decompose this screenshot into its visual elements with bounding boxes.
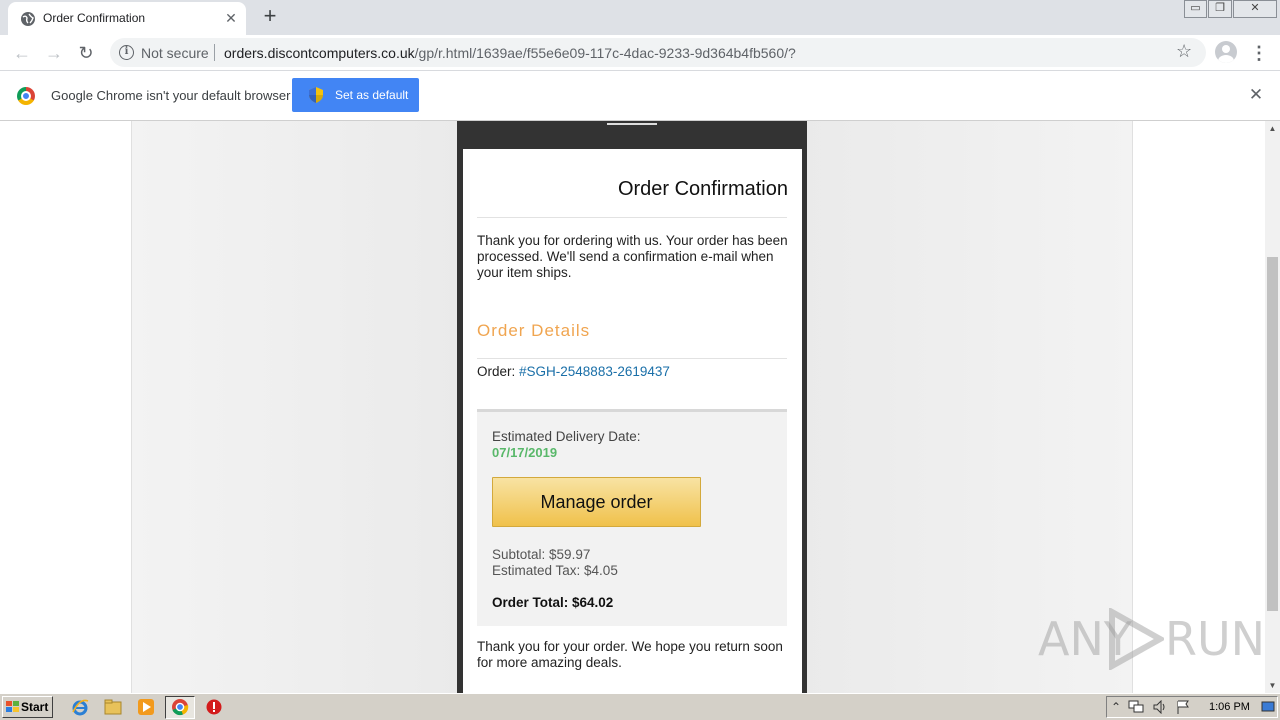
minimize-button[interactable]: ▭ bbox=[1184, 0, 1207, 18]
restore-button[interactable]: ❐ bbox=[1208, 0, 1232, 18]
browser-toolbar: ← → ↻ i Not secure orders.discontcompute… bbox=[0, 35, 1280, 71]
chrome-icon bbox=[172, 699, 189, 716]
set-as-default-label: Set as default bbox=[335, 88, 409, 102]
reload-button[interactable]: ↻ bbox=[73, 40, 99, 66]
delivery-date-label: Estimated Delivery Date: bbox=[492, 429, 641, 444]
chrome-logo-icon bbox=[17, 87, 35, 105]
show-hidden-icons[interactable]: ⌃ bbox=[1111, 700, 1121, 714]
volume-icon[interactable] bbox=[1152, 700, 1168, 714]
subtotal-text: Subtotal: $59.97 bbox=[492, 547, 591, 562]
close-window-button[interactable]: ✕ bbox=[1233, 0, 1277, 18]
chrome-taskbar-button[interactable] bbox=[165, 696, 195, 719]
windows-taskbar: Start ⌃ 1:06 PM bbox=[0, 693, 1280, 720]
tab-order-confirmation[interactable]: Order Confirmation ✕ bbox=[8, 2, 246, 35]
order-summary-box: Estimated Delivery Date: 07/17/2019 Mana… bbox=[477, 409, 787, 626]
url-host: orders.discontcomputers.co.uk bbox=[224, 45, 415, 61]
info-icon[interactable]: i bbox=[119, 45, 134, 60]
phone-speaker bbox=[607, 123, 657, 125]
globe-icon bbox=[21, 12, 35, 26]
network-icon[interactable] bbox=[1128, 700, 1144, 714]
new-tab-button[interactable]: + bbox=[258, 5, 282, 29]
infobar-message: Google Chrome isn't your default browser bbox=[51, 88, 291, 103]
folder-icon[interactable] bbox=[104, 698, 122, 716]
divider bbox=[477, 217, 787, 218]
clock[interactable]: 1:06 PM bbox=[1209, 701, 1250, 713]
default-browser-infobar: Google Chrome isn't your default browser… bbox=[0, 71, 1280, 121]
watermark-play-icon bbox=[1109, 608, 1164, 670]
security-label[interactable]: Not secure bbox=[141, 45, 209, 61]
forward-button[interactable]: → bbox=[41, 40, 67, 66]
vertical-scrollbar[interactable]: ▲ ▼ bbox=[1265, 121, 1280, 693]
system-tray: ⌃ 1:06 PM bbox=[1106, 696, 1278, 718]
start-label: Start bbox=[21, 700, 49, 714]
set-as-default-button[interactable]: Set as default bbox=[292, 78, 419, 112]
windows-logo-icon bbox=[6, 701, 19, 712]
url-text[interactable]: orders.discontcomputers.co.uk/gp/r.html/… bbox=[224, 45, 796, 61]
show-desktop-icon[interactable] bbox=[1261, 700, 1275, 714]
back-button[interactable]: ← bbox=[9, 40, 35, 66]
tab-title: Order Confirmation bbox=[43, 11, 146, 25]
order-label: Order: bbox=[477, 364, 520, 379]
media-player-icon[interactable] bbox=[137, 698, 155, 716]
intro-text: Thank you for ordering with us. Your ord… bbox=[477, 233, 788, 280]
closing-text: Thank you for your order. We hope you re… bbox=[477, 639, 783, 670]
tax-text: Estimated Tax: $4.05 bbox=[492, 563, 618, 578]
flag-icon[interactable] bbox=[1176, 700, 1192, 714]
ie-icon[interactable] bbox=[71, 698, 89, 716]
page-viewport: Order Confirmation Thank you for orderin… bbox=[0, 121, 1265, 693]
order-line: Order: #SGH-2548883-2619437 bbox=[477, 364, 670, 379]
watermark-run-text: RUN bbox=[1165, 612, 1266, 666]
profile-icon[interactable] bbox=[1215, 41, 1237, 63]
tab-close-icon[interactable]: ✕ bbox=[222, 9, 240, 27]
star-icon[interactable]: ☆ bbox=[1176, 41, 1192, 62]
manage-order-button[interactable]: Manage order bbox=[492, 477, 701, 527]
order-total-text: Order Total: $64.02 bbox=[492, 595, 614, 610]
page-title: Order Confirmation bbox=[617, 178, 788, 200]
order-number-link[interactable]: #SGH-2548883-2619437 bbox=[519, 364, 670, 379]
url-path: /gp/r.html/1639ae/f55e6e09-117c-4dac-923… bbox=[414, 45, 796, 61]
divider bbox=[477, 358, 787, 359]
scroll-down-arrow[interactable]: ▼ bbox=[1265, 678, 1280, 693]
phone-frame: Order Confirmation Thank you for orderin… bbox=[457, 121, 807, 693]
menu-icon[interactable]: ⋮ bbox=[1250, 40, 1268, 66]
email-content: Order Confirmation Thank you for orderin… bbox=[463, 149, 802, 693]
order-details-heading: Order Details bbox=[477, 321, 591, 340]
delivery-date-value: 07/17/2019 bbox=[492, 445, 558, 460]
scroll-thumb[interactable] bbox=[1267, 257, 1278, 611]
infobar-close-icon[interactable]: ✕ bbox=[1247, 86, 1265, 104]
tab-strip: Order Confirmation ✕ + ▭ ❐ ✕ bbox=[0, 0, 1280, 35]
stop-icon[interactable] bbox=[205, 698, 223, 716]
shield-icon bbox=[309, 87, 323, 103]
start-button[interactable]: Start bbox=[2, 696, 53, 718]
address-bar[interactable]: i Not secure orders.discontcomputers.co.… bbox=[110, 38, 1206, 67]
scroll-up-arrow[interactable]: ▲ bbox=[1265, 121, 1280, 136]
url-separator bbox=[214, 44, 215, 61]
